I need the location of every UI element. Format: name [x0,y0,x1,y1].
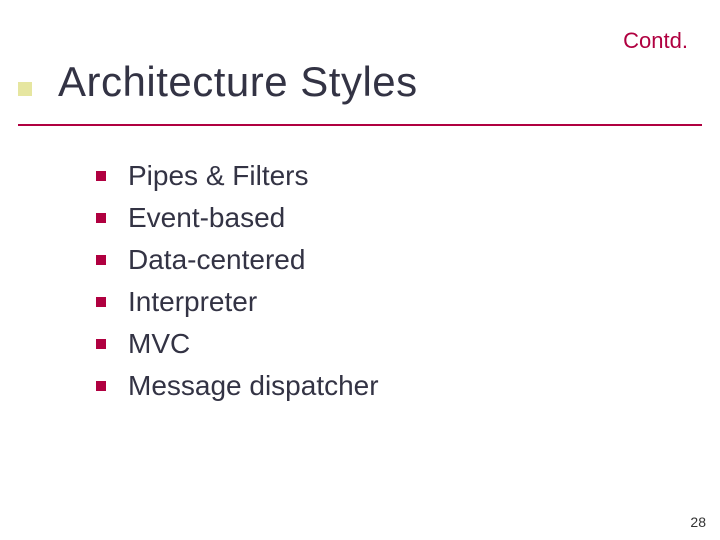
bullet-icon [96,255,106,265]
bullet-icon [96,171,106,181]
list-item: MVC [96,328,379,360]
bullet-text: Data-centered [128,244,305,276]
list-item: Pipes & Filters [96,160,379,192]
bullet-text: MVC [128,328,190,360]
bullet-text: Message dispatcher [128,370,379,402]
bullet-icon [96,339,106,349]
title-accent-square [18,82,32,96]
contd-label: Contd. [623,28,688,54]
bullet-icon [96,381,106,391]
page-title: Architecture Styles [58,58,418,106]
list-item: Interpreter [96,286,379,318]
list-item: Data-centered [96,244,379,276]
bullet-text: Pipes & Filters [128,160,309,192]
bullet-icon [96,297,106,307]
title-row: Architecture Styles [18,58,418,106]
bullet-icon [96,213,106,223]
list-item: Message dispatcher [96,370,379,402]
page-number: 28 [690,514,706,530]
title-underline [18,124,702,126]
list-item: Event-based [96,202,379,234]
bullet-list: Pipes & Filters Event-based Data-centere… [96,160,379,412]
bullet-text: Interpreter [128,286,257,318]
bullet-text: Event-based [128,202,285,234]
slide: Contd. Architecture Styles Pipes & Filte… [0,0,720,540]
